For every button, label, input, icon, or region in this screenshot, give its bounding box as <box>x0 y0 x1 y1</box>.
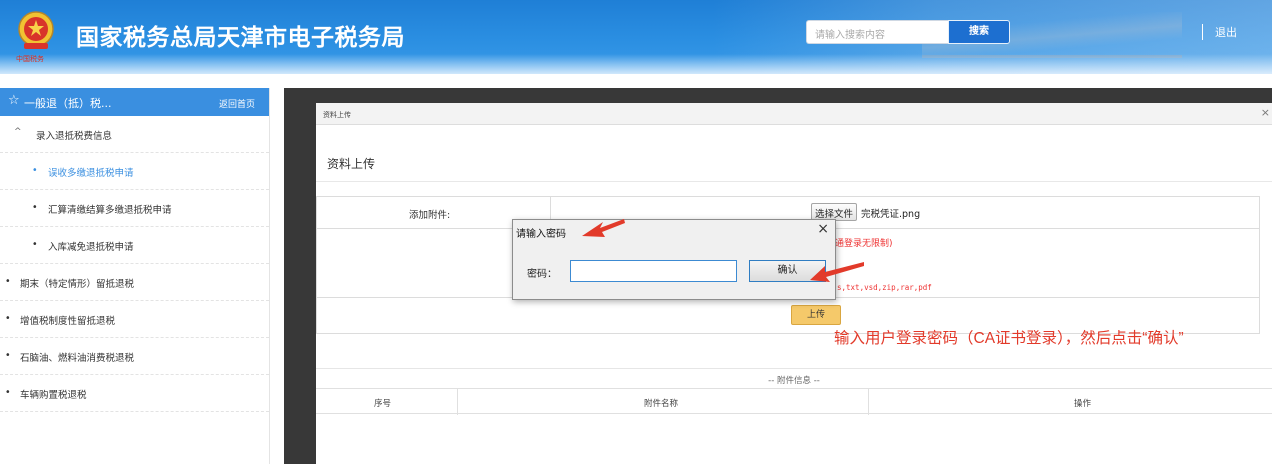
sidebar-header: ☆ 一般退（抵）税... 返回首页 <box>0 88 269 116</box>
column-header-index: 序号 <box>374 399 392 409</box>
password-label: 密码： <box>527 269 557 280</box>
close-icon[interactable]: × <box>1261 106 1270 119</box>
upload-button[interactable]: 上传 <box>791 305 841 325</box>
column-header-name: 附件名称 <box>644 399 679 409</box>
column-header-action: 操作 <box>1074 399 1092 409</box>
selected-file-name: 完税凭证.png <box>861 209 921 220</box>
logout-link[interactable]: 退出 <box>1215 24 1237 40</box>
sidebar-item-label: 石脑油、燃料油消费税退税 <box>20 353 135 364</box>
instruction-annotation: 输入用户登录密码（CA证书登录），然后点击“确认” <box>834 330 1184 347</box>
search-button[interactable]: 搜索 <box>948 20 1010 44</box>
bullet-icon: • <box>32 239 38 250</box>
bullet-icon: • <box>5 276 11 287</box>
tax-emblem-icon <box>18 11 54 49</box>
bullet-icon: • <box>5 350 11 361</box>
sidebar-item-label: 入库减免退抵税申请 <box>48 242 134 253</box>
emblem-caption: 中国税务 <box>16 55 44 63</box>
sidebar-item-vat-refund[interactable]: • 增值税制度性留抵退税 <box>0 301 269 338</box>
site-title: 国家税务总局天津市电子税务局 <box>76 24 405 50</box>
header-fade <box>0 54 1272 74</box>
sidebar-item-period-end-refund[interactable]: • 期末（特定情形）留抵退税 <box>0 264 269 301</box>
password-dialog: 请输入密码 × 密码： 确认 <box>512 219 836 300</box>
close-icon[interactable]: × <box>817 221 829 237</box>
column-divider <box>868 389 869 415</box>
sidebar-item-settlement-refund[interactable]: • 汇算清缴结算多缴退抵税申请 <box>0 190 269 227</box>
dialog-heading: 资料上传 <box>327 157 376 171</box>
sidebar-item-label: 误收多缴退抵税申请 <box>48 168 134 179</box>
upload-note: 通登录无限制) <box>835 239 893 249</box>
bullet-icon: • <box>5 313 11 324</box>
dialog-window-title: 资料上传 <box>323 111 351 119</box>
dialog-titlebar: 资料上传 × <box>316 103 1272 125</box>
chevron-up-icon: ^ <box>14 127 22 137</box>
attach-label: 添加附件: <box>409 210 451 221</box>
sidebar-item-label: 汇算清缴结算多缴退抵税申请 <box>48 205 172 216</box>
sidebar-item-label: 增值税制度性留抵退税 <box>20 316 116 327</box>
password-dialog-title: 请输入密码 <box>516 229 566 240</box>
sidebar-item-vehicle-refund[interactable]: • 车辆购置税退税 <box>0 375 269 412</box>
divider <box>316 181 1272 182</box>
sidebar-title: 一般退（抵）税... <box>24 97 112 110</box>
sidebar-item-exemption-refund[interactable]: • 入库减免退抵税申请 <box>0 227 269 264</box>
allowed-types-note: s,txt,vsd,zip,rar,pdf <box>837 283 932 292</box>
sidebar-item-fuel-refund[interactable]: • 石脑油、燃料油消费税退税 <box>0 338 269 375</box>
sidebar-item-label: 期末（特定情形）留抵退税 <box>20 279 135 290</box>
bullet-icon: • <box>32 165 38 176</box>
bullet-icon: • <box>5 387 11 398</box>
logout-divider <box>1202 24 1203 40</box>
sidebar-item-entry-info[interactable]: ^ 录入退抵税费信息 <box>0 116 269 153</box>
bullet-icon: • <box>32 202 38 213</box>
password-input[interactable] <box>570 260 737 282</box>
column-divider <box>457 389 458 415</box>
attachment-info-title: -- 附件信息 -- <box>316 368 1272 388</box>
sidebar-item-label: 录入退抵税费信息 <box>36 131 113 142</box>
site-header: 中国税务 国家税务总局天津市电子税务局 请输入搜索内容 搜索 退出 <box>0 0 1272 74</box>
attachment-table-header: 序号 附件名称 操作 <box>316 388 1272 415</box>
sidebar-item-overpaid-refund[interactable]: • 误收多缴退抵税申请 <box>0 153 269 190</box>
back-home-link[interactable]: 返回首页 <box>219 97 255 110</box>
search-input[interactable]: 请输入搜索内容 <box>806 20 948 44</box>
sidebar-item-label: 车辆购置税退税 <box>20 390 87 401</box>
star-icon[interactable]: ☆ <box>8 93 20 108</box>
confirm-button[interactable]: 确认 <box>749 260 826 282</box>
sidebar: ☆ 一般退（抵）税... 返回首页 ^ 录入退抵税费信息 • 误收多缴退抵税申请… <box>0 88 270 464</box>
